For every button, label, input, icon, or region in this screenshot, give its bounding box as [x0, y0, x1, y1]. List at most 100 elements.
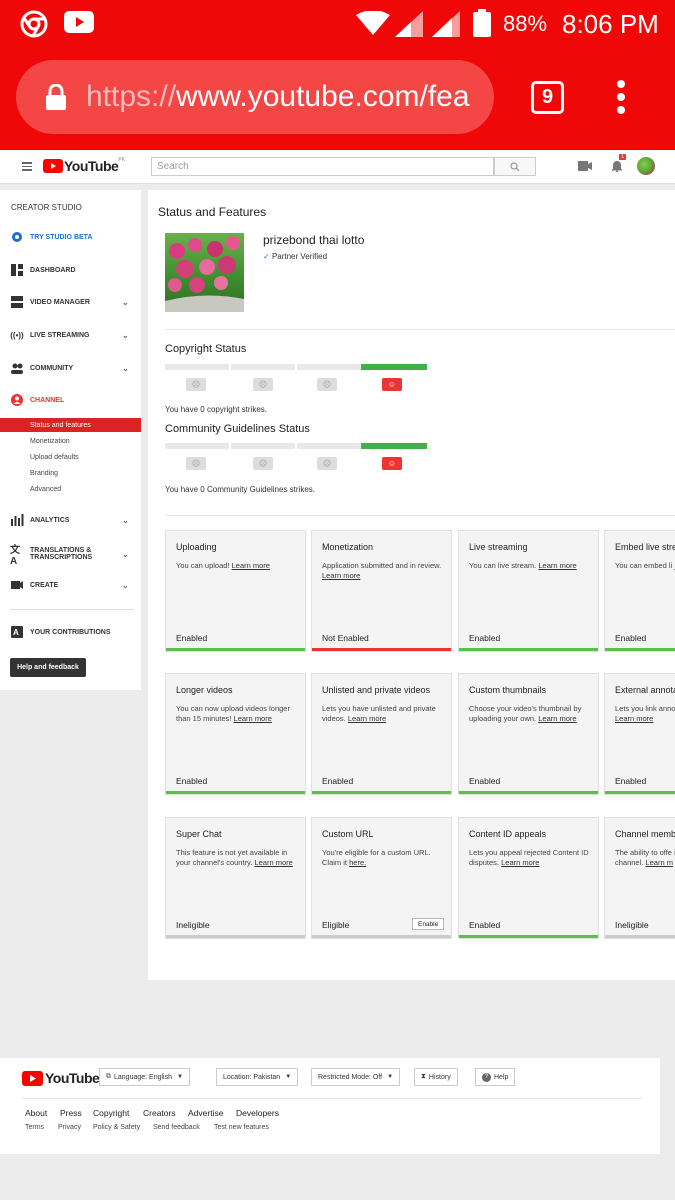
sidebar-item-community[interactable]: COMMUNITY ⌄	[0, 358, 141, 378]
feature-card-description: Application submitted and in review. Lea…	[322, 561, 442, 580]
signal-icon-2	[432, 11, 460, 37]
restricted-mode-dropdown[interactable]: Restricted Mode: Off ▼	[311, 1068, 401, 1086]
footer-secondary-link[interactable]: Terms	[25, 1124, 44, 1131]
chevron-down-icon[interactable]: ⌄	[122, 581, 129, 590]
feature-card-status: Enabled	[469, 776, 501, 786]
search-button[interactable]	[494, 157, 536, 176]
sidebar-item-create[interactable]: CREATE ⌄	[0, 575, 141, 595]
chevron-down-icon[interactable]: ⌄	[122, 550, 129, 559]
sad-face-icon: ☹	[186, 457, 206, 470]
chevron-down-icon[interactable]: ⌄	[122, 364, 129, 373]
footer-link[interactable]: Developers	[236, 1108, 279, 1118]
chevron-down-icon[interactable]: ⌄	[122, 516, 129, 525]
footer-secondary-link[interactable]: Privacy	[58, 1124, 81, 1131]
overflow-menu-icon[interactable]	[617, 80, 627, 114]
sidebar-item-live-streaming[interactable]: ((•)) LIVE STREAMING ⌄	[0, 325, 141, 345]
avatar[interactable]	[637, 157, 655, 175]
status-bar	[166, 935, 305, 938]
sidebar-item-analytics[interactable]: ANALYTICS ⌄	[0, 510, 141, 530]
footer-secondary-link[interactable]: Policy & Safety	[93, 1124, 140, 1131]
sad-face-icon: ☹	[253, 378, 273, 391]
sidebar-item-your-contributions[interactable]: A YOUR CONTRIBUTIONS	[0, 622, 141, 642]
caret-down-icon: ▼	[177, 1074, 183, 1080]
youtube-logo[interactable]: YouTube PK	[43, 157, 125, 174]
dashboard-icon	[11, 264, 23, 276]
sidebar-sub-advanced[interactable]: Advanced	[0, 482, 141, 496]
footer-link[interactable]: Copyright	[93, 1108, 129, 1118]
feature-card-title: Live streaming	[469, 542, 528, 552]
learn-more-link[interactable]: Learn more	[322, 571, 360, 580]
sidebar-sub-monetization[interactable]: Monetization	[0, 434, 141, 448]
learn-more-link[interactable]: Learn more	[538, 714, 576, 723]
tab-switcher-button[interactable]: 9	[531, 81, 564, 114]
help-button[interactable]: ? Help	[475, 1068, 516, 1086]
channel-name[interactable]: prizebond thai lotto	[263, 233, 364, 247]
feature-card-status: Enabled	[615, 776, 647, 786]
chevron-down-icon[interactable]: ⌄	[122, 298, 129, 307]
feature-card-description: You can live stream. Learn more	[469, 561, 577, 570]
copyright-meter	[165, 364, 427, 370]
history-label: History	[428, 1073, 451, 1081]
footer-youtube-logo[interactable]: YouTube	[22, 1070, 100, 1086]
footer-link[interactable]: Press	[60, 1108, 82, 1118]
feature-card-title: Uploading	[176, 542, 217, 552]
channel-thumbnail[interactable]	[165, 233, 244, 312]
learn-more-link[interactable]: Learn m	[645, 858, 673, 867]
search-input[interactable]: Search	[151, 157, 494, 176]
language-dropdown[interactable]: ⧉ Language: English ▼	[99, 1068, 190, 1086]
enable-button[interactable]: Enable	[412, 918, 445, 930]
url-text[interactable]: https://www.youtube.com/fea	[86, 80, 478, 114]
footer-link[interactable]: Creators	[143, 1108, 176, 1118]
wifi-icon	[356, 11, 390, 35]
status-bar	[312, 935, 451, 938]
sidebar-sub-status-and-features[interactable]: Status and features	[0, 418, 141, 432]
sad-face-icon: ☹	[317, 378, 337, 391]
sidebar-item-label: CREATE	[30, 581, 59, 589]
upload-video-icon[interactable]	[578, 161, 592, 171]
learn-more-link[interactable]: Learn more	[538, 561, 576, 570]
sidebar-item-video-manager[interactable]: VIDEO MANAGER ⌄	[0, 292, 141, 312]
help-and-feedback-button[interactable]: Help and feedback	[10, 658, 86, 677]
youtube-header: YouTube PK Search 1	[0, 150, 675, 184]
sidebar-sub-branding[interactable]: Branding	[0, 466, 141, 480]
youtube-app-icon	[64, 11, 94, 33]
learn-more-link[interactable]: here.	[349, 858, 366, 867]
learn-more-link[interactable]: Learn more	[501, 858, 539, 867]
sidebar-item-translations[interactable]: 文A TRANSLATIONS & TRANSCRIPTIONS ⌄	[0, 542, 141, 567]
history-button[interactable]: ⧗ History	[414, 1068, 458, 1086]
channel-icon	[11, 394, 23, 406]
footer-link[interactable]: About	[25, 1108, 47, 1118]
feature-card-title: Channel memb	[615, 829, 675, 839]
lock-icon	[46, 84, 66, 110]
footer-secondary-link[interactable]: Send feedback	[153, 1124, 200, 1131]
learn-more-link[interactable]: Learn more	[348, 714, 386, 723]
copyright-status-title: Copyright Status	[165, 343, 247, 355]
contributions-icon: A	[11, 626, 23, 638]
status-bar	[312, 648, 451, 651]
feature-card: Super Chat This feature is not yet availa…	[165, 817, 306, 939]
learn-more-link[interactable]: Learn more	[234, 714, 272, 723]
tab-count: 9	[541, 86, 554, 108]
language-icon: ⧉	[106, 1073, 111, 1080]
sidebar-item-try-studio-beta[interactable]: TRY STUDIO BETA	[0, 227, 141, 247]
copyright-strikes-text: You have 0 copyright strikes.	[165, 405, 267, 414]
learn-more-link[interactable]: Learn more	[615, 714, 653, 723]
hamburger-menu-icon[interactable]	[22, 162, 32, 171]
learn-more-link[interactable]: Learn more	[232, 561, 270, 570]
footer-link[interactable]: Advertise	[188, 1108, 223, 1118]
feature-card: Channel memb The ability to offe isn't ye…	[604, 817, 675, 939]
notifications-icon[interactable]: 1	[611, 154, 627, 173]
community-icon	[11, 363, 23, 374]
sidebar-item-dashboard[interactable]: DASHBOARD	[0, 260, 141, 280]
omnibox[interactable]: https://www.youtube.com/fea	[16, 60, 494, 134]
footer-secondary-link[interactable]: Test new features	[214, 1124, 269, 1131]
sidebar-sub-label: Upload defaults	[30, 453, 79, 461]
learn-more-link[interactable]: Learn more	[254, 858, 292, 867]
happy-face-icon: ☺	[382, 378, 402, 391]
help-label: Help	[494, 1073, 509, 1081]
region-code: PK	[118, 157, 125, 163]
location-dropdown[interactable]: Location: Pakistan ▼	[216, 1068, 299, 1086]
sidebar-sub-upload-defaults[interactable]: Upload defaults	[0, 450, 141, 464]
chevron-down-icon[interactable]: ⌄	[122, 331, 129, 340]
sidebar-item-channel[interactable]: CHANNEL	[0, 390, 141, 410]
